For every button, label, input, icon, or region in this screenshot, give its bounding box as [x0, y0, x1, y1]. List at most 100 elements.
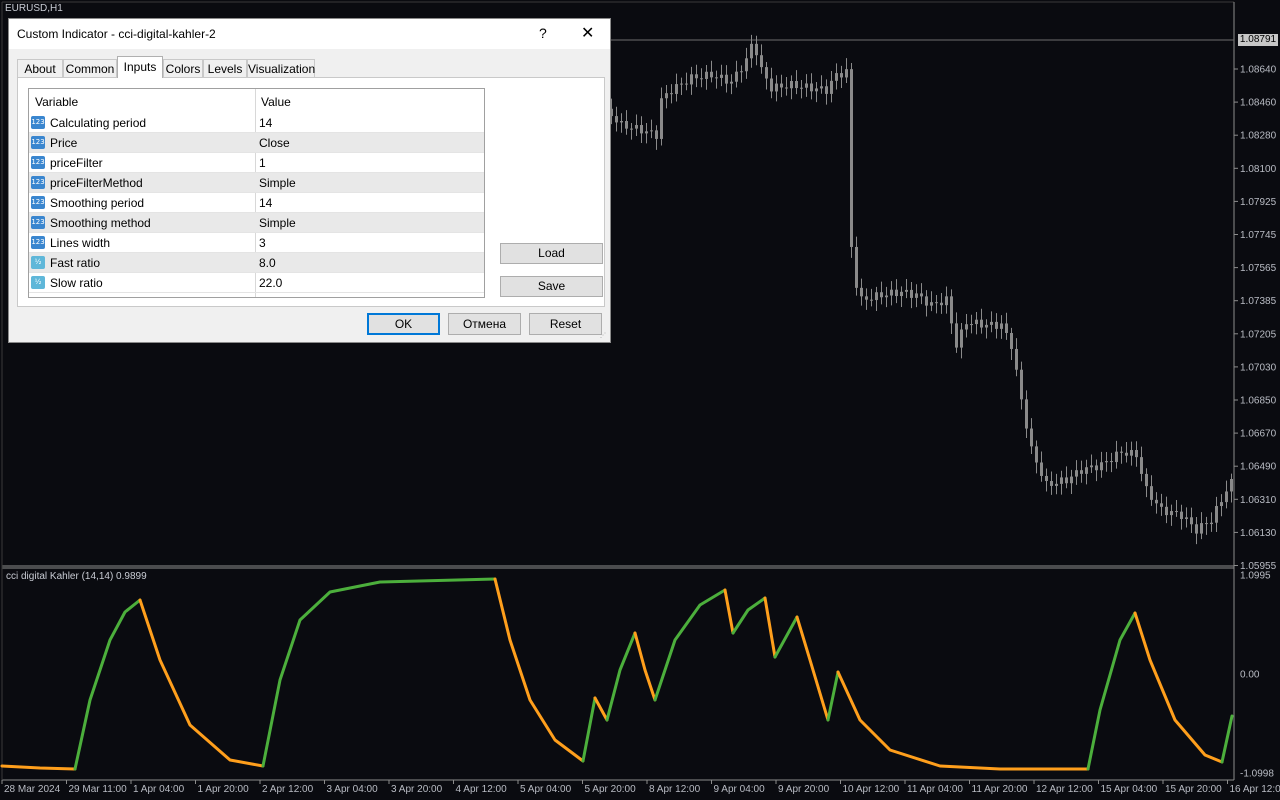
input-value[interactable]: 14	[259, 116, 272, 130]
candle-body	[1125, 452, 1128, 456]
tab-visualization[interactable]: Visualization	[247, 59, 315, 77]
input-variable-name: Fast ratio	[50, 256, 101, 270]
tab-common[interactable]: Common	[63, 59, 117, 77]
time-axis-label: 3 Apr 04:00	[327, 784, 379, 795]
price-axis-label: 1.07745	[1240, 230, 1277, 241]
candle-body	[760, 55, 763, 68]
input-variable-name: priceFilterMethod	[50, 176, 143, 190]
dialog-title-bar[interactable]: Custom Indicator - cci-digital-kahler-2 …	[9, 19, 610, 49]
time-axis-label: 8 Apr 12:00	[649, 784, 701, 795]
input-value[interactable]: 3	[259, 236, 266, 250]
candle-body	[665, 93, 668, 99]
candle-body	[980, 319, 983, 328]
tab-inputs[interactable]: Inputs	[117, 56, 163, 78]
candle-body	[670, 93, 673, 95]
input-variable-name: Smoothing method	[50, 216, 151, 230]
candle-body	[930, 302, 933, 306]
input-value[interactable]: 8.0	[259, 256, 276, 270]
price-axis-label: 1.08640	[1240, 65, 1277, 76]
save-button[interactable]: Save	[500, 276, 603, 297]
candle-body	[675, 84, 678, 94]
time-axis-label: 28 Mar 2024	[4, 784, 61, 795]
input-row[interactable]: ½ Fast ratio 8.0	[29, 253, 484, 273]
price-axis-label: 1.06490	[1240, 462, 1277, 473]
resize-grip-icon[interactable]: ⋰	[600, 332, 608, 340]
load-button[interactable]: Load	[500, 243, 603, 264]
candle-body	[1015, 348, 1018, 370]
column-variable[interactable]: Variable	[35, 95, 78, 109]
candle-body	[955, 323, 958, 348]
candle-body	[1225, 491, 1228, 503]
candle-body	[715, 77, 718, 79]
reset-button[interactable]: Reset	[529, 313, 602, 335]
candle-body	[645, 131, 648, 134]
input-row[interactable]: 123 Lines width 3	[29, 233, 484, 253]
input-value[interactable]: Simple	[259, 176, 296, 190]
candle-body	[1090, 465, 1093, 468]
dialog-title: Custom Indicator - cci-digital-kahler-2	[17, 27, 216, 41]
price-axis-label: 1.07565	[1240, 263, 1277, 274]
candle-body	[745, 58, 748, 72]
candle-body	[885, 295, 888, 298]
candle-body	[710, 71, 713, 78]
candle-body	[1010, 332, 1013, 349]
input-row[interactable]: ½ Slow ratio 22.0	[29, 273, 484, 293]
candle-body	[915, 293, 918, 298]
time-axis-label: 15 Apr 20:00	[1165, 784, 1222, 795]
candle-body	[765, 67, 768, 79]
input-value[interactable]: 14	[259, 196, 272, 210]
price-axis-label: 1.06130	[1240, 528, 1277, 539]
candle-body	[655, 130, 658, 139]
time-axis-label: 1 Apr 04:00	[133, 784, 185, 795]
candle-body	[1085, 467, 1088, 474]
close-icon[interactable]: ✕	[581, 23, 594, 43]
double-type-icon: ½	[31, 276, 45, 289]
candle-body	[1160, 503, 1163, 507]
candle-body	[690, 74, 693, 85]
integer-type-icon: 123	[31, 156, 45, 169]
input-row[interactable]: 123 Calculating period 14	[29, 113, 484, 133]
input-row[interactable]: 123 Smoothing method Simple	[29, 213, 484, 233]
ok-button[interactable]: OK	[367, 313, 440, 335]
grid-header: Variable Value	[29, 89, 484, 113]
input-row[interactable]: 123 Smoothing period 14	[29, 193, 484, 213]
candle-body	[960, 329, 963, 348]
price-axis-label: 1.08100	[1240, 164, 1277, 175]
last-price-tag: 1.08791	[1238, 34, 1278, 46]
candle-body	[1045, 475, 1048, 482]
candle-body	[890, 289, 893, 296]
input-value[interactable]: Simple	[259, 216, 296, 230]
time-axis-label: 29 Mar 11:00	[69, 784, 128, 795]
input-value[interactable]: 22.0	[259, 276, 282, 290]
integer-type-icon: 123	[31, 196, 45, 209]
tab-colors[interactable]: Colors	[163, 59, 203, 77]
candle-body	[1175, 511, 1178, 513]
tab-levels[interactable]: Levels	[203, 59, 247, 77]
input-row[interactable]: 123 priceFilterMethod Simple	[29, 173, 484, 193]
candle-body	[920, 293, 923, 297]
candle-body	[640, 125, 643, 134]
cancel-button[interactable]: Отмена	[448, 313, 521, 335]
help-icon[interactable]: ?	[539, 25, 547, 41]
candle-body	[1145, 473, 1148, 487]
candle-body	[740, 71, 743, 73]
input-value[interactable]: 1	[259, 156, 266, 170]
candle-body	[1115, 451, 1118, 463]
input-row[interactable]: 123 priceFilter 1	[29, 153, 484, 173]
candle-body	[840, 73, 843, 78]
input-row[interactable]: 123 Price Close	[29, 133, 484, 153]
time-axis-label: 9 Apr 20:00	[778, 784, 830, 795]
integer-type-icon: 123	[31, 216, 45, 229]
tab-about[interactable]: About	[17, 59, 63, 77]
candle-body	[1120, 451, 1123, 453]
double-type-icon: ½	[31, 256, 45, 269]
candle-body	[1215, 506, 1218, 523]
candle-body	[835, 73, 838, 81]
candle-body	[975, 319, 978, 325]
candle-body	[810, 83, 813, 92]
input-value[interactable]: Close	[259, 136, 290, 150]
input-variable-name: Calculating period	[50, 116, 147, 130]
candle-body	[1075, 470, 1078, 477]
candle-body	[900, 291, 903, 297]
column-value[interactable]: Value	[261, 95, 291, 109]
